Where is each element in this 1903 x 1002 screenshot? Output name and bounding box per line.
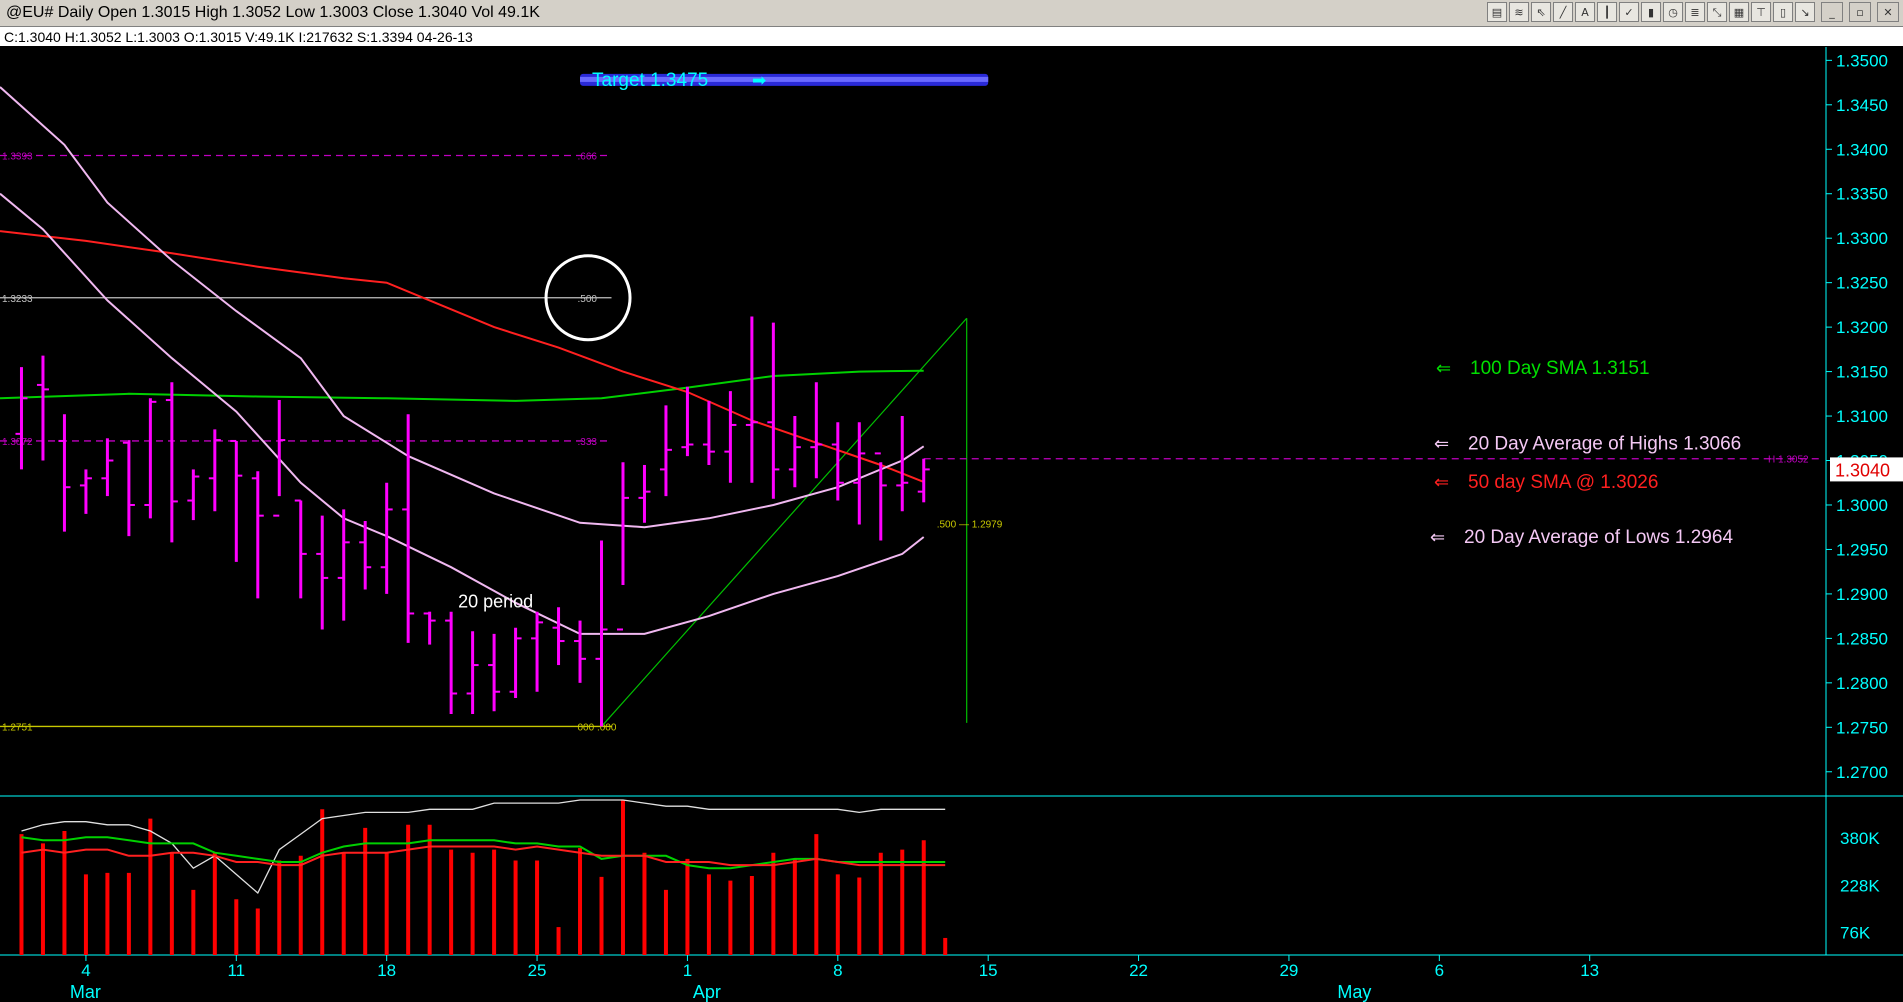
price-tick-label: 1.3300 (1836, 229, 1888, 248)
fib-right-label: .666 (578, 151, 598, 162)
series-line (0, 230, 925, 483)
price-tick-label: 1.3200 (1836, 318, 1888, 337)
price-tick-label: 1.2800 (1836, 674, 1888, 693)
fib-left-label: 1.3233 (2, 294, 33, 305)
annotation-arrow-icon: ⇐ (1434, 472, 1449, 493)
volume-average-line (21, 836, 946, 870)
price-tick-label: 1.3150 (1836, 363, 1888, 382)
time-tick-label: 4 (81, 961, 90, 980)
price-tick-label: 1.2700 (1836, 763, 1888, 782)
fib-right-label: .500 (578, 294, 598, 305)
period-label: 20 period (458, 591, 533, 611)
price-tick-label: 1.3450 (1836, 96, 1888, 115)
annotation-arrow-icon: ⇐ (1434, 434, 1449, 455)
price-chart[interactable]: 1.2700 1.2750 1.2800 1.2850 1.2900 1.2950 1.30… (0, 0, 1903, 1002)
time-tick-label: 11 (227, 961, 245, 980)
time-tick-label: 25 (528, 961, 547, 980)
fib-trend-line (601, 317, 968, 727)
time-tick-label: 13 (1580, 961, 1599, 980)
price-tick-label: 1.3000 (1836, 496, 1888, 515)
time-tick-label: 8 (833, 961, 842, 980)
series-line (0, 369, 924, 402)
annotation-label: 20 Day Average of Lows 1.2964 (1464, 527, 1733, 548)
fib-left-label: 1.3072 (2, 437, 33, 448)
volume-sma-line (21, 845, 946, 867)
fib-right-label: .333 (578, 437, 598, 448)
price-tick-label: 1.2850 (1836, 629, 1888, 648)
month-label: May (1337, 982, 1371, 1002)
target-label: Target 1.3475 (592, 70, 708, 91)
price-tick-label: 1.3500 (1836, 51, 1888, 70)
series-line (0, 86, 925, 529)
price-tick-label: 1.2950 (1836, 540, 1888, 559)
time-tick-label: 29 (1279, 961, 1298, 980)
price-tick-label: 1.3100 (1836, 407, 1888, 426)
volume-tick-label: 380K (1840, 829, 1880, 848)
fib-right-label: 000 .000 (578, 722, 617, 733)
time-tick-label: 6 (1435, 961, 1444, 980)
high-line-label: H 1.3052 (1768, 455, 1809, 466)
fib-left-label: 1.3393 (2, 151, 33, 162)
annotation-label: 50 day SMA @ 1.3026 (1468, 472, 1658, 493)
price-tick-label: 1.3350 (1836, 185, 1888, 204)
annotation-label: 100 Day SMA 1.3151 (1470, 358, 1650, 379)
fib-left-label: 1.2751 (2, 722, 33, 733)
volume-tick-label: 76K (1840, 923, 1871, 942)
price-tick-label: 1.2750 (1836, 718, 1888, 737)
fib-trend-label: .500 — 1.2979 (937, 520, 1003, 531)
annotation-label: 20 Day Average of Highs 1.3066 (1468, 434, 1741, 455)
time-tick-label: 22 (1129, 961, 1148, 980)
price-tick-label: 1.3250 (1836, 274, 1888, 293)
series-line (0, 192, 925, 635)
month-label: Mar (70, 982, 101, 1002)
volume-tick-label: 228K (1840, 876, 1880, 895)
target-arrow-icon: ➡ (752, 71, 766, 91)
last-price-label: 1.3040 (1835, 460, 1890, 480)
annotation-arrow-icon: ⇐ (1436, 358, 1451, 379)
price-tick-label: 1.3400 (1836, 140, 1888, 159)
time-tick-label: 18 (377, 961, 396, 980)
month-label: Apr (693, 982, 721, 1002)
time-tick-label: 15 (979, 961, 998, 980)
annotation-arrow-icon: ⇐ (1430, 527, 1445, 548)
time-tick-label: 1 (683, 961, 692, 980)
price-tick-label: 1.2900 (1836, 585, 1888, 604)
